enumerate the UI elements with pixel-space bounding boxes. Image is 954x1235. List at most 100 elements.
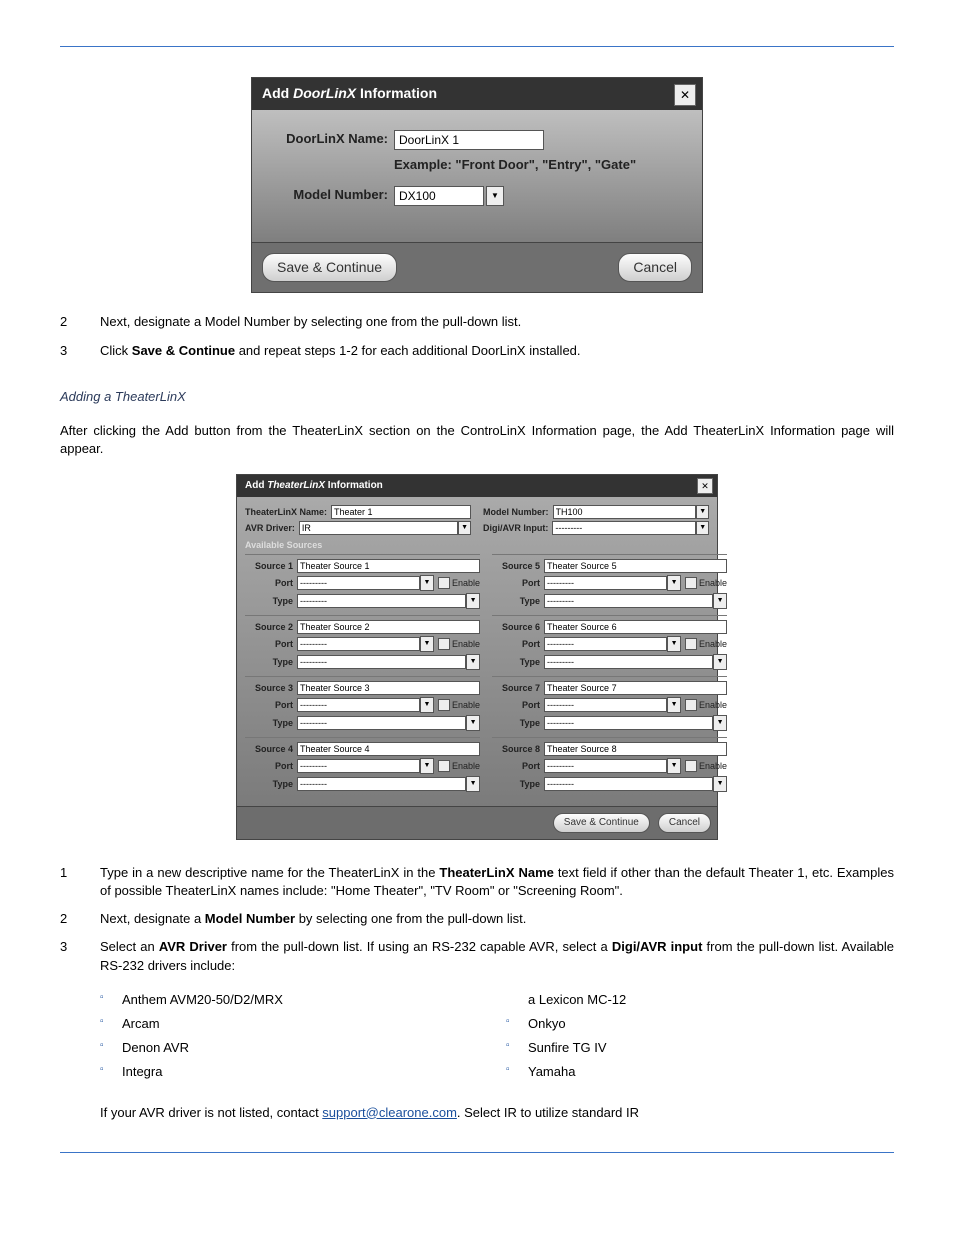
port-input[interactable] xyxy=(544,759,667,773)
bullet-icon: ▫ xyxy=(100,991,122,1009)
bullet-icon: ▫ xyxy=(506,1063,528,1081)
chevron-down-icon[interactable]: ▼ xyxy=(667,575,681,591)
bullet-icon: ▫ xyxy=(100,1039,122,1057)
enable-checkbox[interactable]: Enable xyxy=(685,699,727,712)
type-input[interactable] xyxy=(544,716,713,730)
step-num-3: 3 xyxy=(60,342,100,360)
model-number-input[interactable] xyxy=(553,505,697,519)
port-input[interactable] xyxy=(297,759,420,773)
chevron-down-icon[interactable]: ▼ xyxy=(486,186,504,206)
source-name-input[interactable] xyxy=(297,559,480,573)
port-label: Port xyxy=(492,699,544,712)
save-continue-button[interactable]: Save & Continue xyxy=(553,813,650,833)
chevron-down-icon[interactable]: ▼ xyxy=(420,575,434,591)
port-input[interactable] xyxy=(297,576,420,590)
source-label: Source 5 xyxy=(492,560,544,573)
chevron-down-icon[interactable]: ▼ xyxy=(713,715,727,731)
chevron-down-icon[interactable]: ▼ xyxy=(696,505,709,519)
chevron-down-icon[interactable]: ▼ xyxy=(667,636,681,652)
type-label: Type xyxy=(492,778,544,791)
type-input[interactable] xyxy=(297,655,466,669)
theaterlinx-name-input[interactable] xyxy=(331,505,471,519)
cancel-button[interactable]: Cancel xyxy=(658,813,711,833)
chevron-down-icon[interactable]: ▼ xyxy=(696,521,709,535)
chevron-down-icon[interactable]: ▼ xyxy=(713,654,727,670)
source-name-input[interactable] xyxy=(297,620,480,634)
port-input[interactable] xyxy=(544,576,667,590)
support-line: If your AVR driver is not listed, contac… xyxy=(100,1104,894,1122)
digi-avr-label: Digi/AVR Input: xyxy=(483,522,548,535)
avr-item: Integra xyxy=(122,1063,488,1081)
bullet-icon: ▫ xyxy=(100,1063,122,1081)
source-name-input[interactable] xyxy=(544,620,727,634)
chevron-down-icon[interactable]: ▼ xyxy=(420,758,434,774)
chevron-down-icon[interactable]: ▼ xyxy=(713,776,727,792)
port-input[interactable] xyxy=(297,698,420,712)
avr-driver-input[interactable] xyxy=(299,521,458,535)
chevron-down-icon[interactable]: ▼ xyxy=(466,654,480,670)
source-label: Source 6 xyxy=(492,621,544,634)
source-name-input[interactable] xyxy=(544,681,727,695)
port-label: Port xyxy=(492,760,544,773)
type-input[interactable] xyxy=(544,777,713,791)
avr-item: Yamaha xyxy=(528,1063,894,1081)
chevron-down-icon[interactable]: ▼ xyxy=(713,593,727,609)
type-input[interactable] xyxy=(297,716,466,730)
close-icon[interactable]: ✕ xyxy=(674,84,696,106)
source-name-input[interactable] xyxy=(544,742,727,756)
avr-item: Denon AVR xyxy=(122,1039,488,1057)
type-label: Type xyxy=(492,717,544,730)
avr-item: Arcam xyxy=(122,1015,488,1033)
source-name-input[interactable] xyxy=(297,681,480,695)
th-step-3-num: 3 xyxy=(60,938,100,974)
chevron-down-icon[interactable]: ▼ xyxy=(458,521,471,535)
dialog1-title: Add DoorLinX Information xyxy=(252,78,702,110)
chevron-down-icon[interactable]: ▼ xyxy=(466,776,480,792)
port-input[interactable] xyxy=(544,637,667,651)
type-input[interactable] xyxy=(297,594,466,608)
source-name-input[interactable] xyxy=(297,742,480,756)
doorlinx-name-label: DoorLinX Name: xyxy=(268,130,394,148)
type-label: Type xyxy=(245,595,297,608)
th-step-1-num: 1 xyxy=(60,864,100,900)
enable-checkbox[interactable]: Enable xyxy=(438,699,480,712)
enable-checkbox[interactable]: Enable xyxy=(438,638,480,651)
source-name-input[interactable] xyxy=(544,559,727,573)
dialog2-title: Add TheaterLinX Information xyxy=(237,475,717,497)
support-email-link[interactable]: support@clearone.com xyxy=(322,1105,457,1120)
port-input[interactable] xyxy=(297,637,420,651)
port-label: Port xyxy=(245,577,297,590)
port-input[interactable] xyxy=(544,698,667,712)
port-label: Port xyxy=(492,638,544,651)
enable-checkbox[interactable]: Enable xyxy=(438,760,480,773)
digi-avr-input[interactable] xyxy=(552,521,696,535)
type-input[interactable] xyxy=(544,594,713,608)
avr-item: Anthem AVM20-50/D2/MRX xyxy=(122,991,488,1009)
enable-checkbox[interactable]: Enable xyxy=(685,638,727,651)
chevron-down-icon[interactable]: ▼ xyxy=(667,758,681,774)
chevron-down-icon[interactable]: ▼ xyxy=(466,593,480,609)
close-icon[interactable]: ✕ xyxy=(697,478,713,494)
model-number-value[interactable] xyxy=(394,186,484,206)
enable-checkbox[interactable]: Enable xyxy=(685,760,727,773)
enable-checkbox[interactable]: Enable xyxy=(438,577,480,590)
chevron-down-icon[interactable]: ▼ xyxy=(667,697,681,713)
port-label: Port xyxy=(245,699,297,712)
dialog2-footer: Save & Continue Cancel xyxy=(237,806,717,839)
save-continue-button[interactable]: Save & Continue xyxy=(262,253,397,283)
chevron-down-icon[interactable]: ▼ xyxy=(420,636,434,652)
chevron-down-icon[interactable]: ▼ xyxy=(466,715,480,731)
doorlinx-name-input[interactable] xyxy=(394,130,544,150)
header-rule xyxy=(60,46,894,47)
type-label: Type xyxy=(245,717,297,730)
add-theaterlinx-dialog: Add TheaterLinX Information ✕ TheaterLin… xyxy=(236,474,718,840)
type-input[interactable] xyxy=(297,777,466,791)
type-label: Type xyxy=(245,656,297,669)
chevron-down-icon[interactable]: ▼ xyxy=(420,697,434,713)
type-label: Type xyxy=(245,778,297,791)
type-input[interactable] xyxy=(544,655,713,669)
dialog1-footer: Save & Continue Cancel xyxy=(252,242,702,293)
enable-checkbox[interactable]: Enable xyxy=(685,577,727,590)
model-number-select[interactable]: ▼ xyxy=(394,186,686,206)
cancel-button[interactable]: Cancel xyxy=(618,253,692,283)
